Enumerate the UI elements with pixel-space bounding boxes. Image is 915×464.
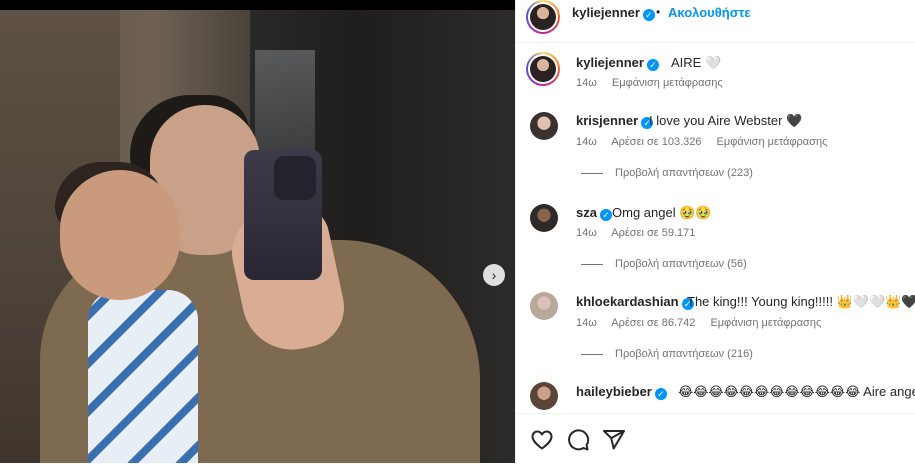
view-replies-button[interactable]: Προβολή απαντήσεων (223) xyxy=(581,167,753,179)
view-replies-button[interactable]: Προβολή απαντήσεων (216) xyxy=(581,348,753,360)
comment-username[interactable]: khloekardashian ✓ xyxy=(576,294,694,310)
post-actions-bar xyxy=(516,413,915,464)
comment-meta: 14ω Αρέσει σε 86.742 Εμφάνιση μετάφρασης xyxy=(576,317,833,329)
comment-text: The king!!! Young king!!!!! 👑🤍🤍👑🖤 xyxy=(687,294,915,309)
comment-time: 14ω xyxy=(576,317,597,329)
comment-translate-button[interactable]: Εμφάνιση μετάφρασης xyxy=(710,317,821,329)
photo-window-reflection xyxy=(255,50,315,160)
comment-username[interactable]: haileybieber ✓ xyxy=(576,384,667,400)
caption-time: 14ω xyxy=(576,77,597,89)
comment-icon[interactable] xyxy=(566,428,590,452)
comment-meta: 14ω Αρέσει σε 59.171 xyxy=(576,227,707,239)
view-replies-button[interactable]: Προβολή απαντήσεων (56) xyxy=(581,258,747,270)
header-username[interactable]: kyliejenner ✓ xyxy=(572,5,655,21)
comment-likes[interactable]: Αρέσει σε 103.326 xyxy=(611,136,701,148)
verified-badge-icon: ✓ xyxy=(646,59,659,71)
verified-badge-icon: ✓ xyxy=(642,9,655,21)
replies-line xyxy=(581,172,603,174)
comment-username[interactable]: krisjenner ✓ xyxy=(576,113,654,129)
comment-avatar[interactable] xyxy=(530,112,558,140)
share-icon[interactable] xyxy=(602,428,626,452)
caption-username[interactable]: kyliejenner ✓ xyxy=(576,55,659,71)
replies-line xyxy=(581,353,603,355)
header-separator: • xyxy=(656,5,661,19)
verified-badge-icon: ✓ xyxy=(599,209,612,221)
header-avatar[interactable] xyxy=(526,0,560,34)
header-username-text[interactable]: kyliejenner xyxy=(572,5,640,20)
caption-meta: 14ω Εμφάνιση μετάφρασης xyxy=(576,77,735,89)
comment-likes[interactable]: Αρέσει σε 59.171 xyxy=(611,227,695,239)
comment-avatar[interactable] xyxy=(530,292,558,320)
verified-badge-icon: ✓ xyxy=(654,388,667,400)
comment-translate-button[interactable]: Εμφάνιση μετάφρασης xyxy=(717,136,828,148)
comment-meta: 14ω Αρέσει σε 103.326 Εμφάνιση μετάφραση… xyxy=(576,136,839,148)
comments-list[interactable]: kyliejenner ✓ AIRE 🤍 14ω Εμφάνιση μετάφρα… xyxy=(516,43,915,413)
caption-translate-button[interactable]: Εμφάνιση μετάφρασης xyxy=(612,77,723,89)
photo-baby-face xyxy=(60,170,180,300)
comment-time: 14ω xyxy=(576,136,597,148)
comment-text: Omg angel 🥹🥹 xyxy=(612,205,712,220)
post-media-image[interactable] xyxy=(0,10,515,463)
comment-avatar[interactable] xyxy=(530,382,558,410)
comment-text: I love you Aire Webster 🖤 xyxy=(649,113,803,128)
comment-text: 😂😂😂😂😂😂😂😂😂😂😂😂 Aire angel xyxy=(678,384,915,399)
comment-avatar[interactable] xyxy=(530,204,558,232)
comment-likes[interactable]: Αρέσει σε 86.742 xyxy=(611,317,695,329)
caption-text: AIRE 🤍 xyxy=(671,55,722,70)
chevron-right-icon[interactable]: › xyxy=(483,264,505,286)
replies-line xyxy=(581,263,603,265)
heart-icon[interactable] xyxy=(530,428,554,452)
media-top-bar xyxy=(0,0,515,10)
post-header: kyliejenner ✓ • Ακολουθήστε xyxy=(516,0,915,43)
caption-avatar[interactable] xyxy=(526,52,560,86)
photo-phone-camera xyxy=(274,156,316,200)
follow-button[interactable]: Ακολουθήστε xyxy=(668,5,751,20)
photo-baby-shirt xyxy=(88,290,198,463)
post-side-panel: kyliejenner ✓ • Ακολουθήστε kyliejenner ✓ … xyxy=(515,0,915,463)
comment-time: 14ω xyxy=(576,227,597,239)
comment-username[interactable]: sza ✓ xyxy=(576,205,612,221)
